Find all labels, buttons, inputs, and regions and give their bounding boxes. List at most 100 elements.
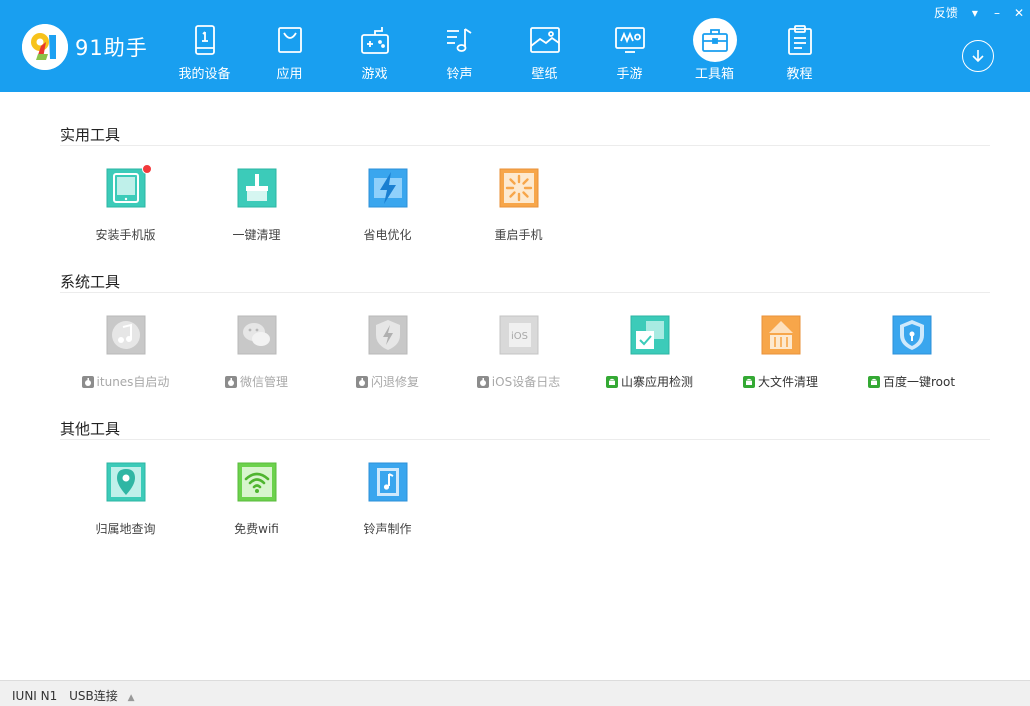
nav-label: 工具箱 <box>694 67 734 82</box>
nav-wallpapers[interactable]: 壁纸 <box>502 0 587 92</box>
tool-grid: 安装手机版 一键清理 省电优化 重启手机 <box>60 156 990 256</box>
shield-lock-icon <box>892 315 932 355</box>
nav-ringtones[interactable]: 铃声 <box>417 0 502 92</box>
tool-one-click-clean[interactable]: 一键清理 <box>191 168 322 258</box>
section-title: 系统工具 <box>60 271 990 293</box>
nav-mobile-games[interactable]: 手游 <box>587 0 672 92</box>
feedback-link[interactable]: 反馈 <box>934 4 958 21</box>
apple-icon <box>224 376 237 388</box>
tool-grid: 归属地查询 免费wifi 铃声制作 <box>60 450 990 550</box>
tablet-icon <box>106 168 146 208</box>
logo-text: 91助手 <box>75 36 148 60</box>
tool-label: 山寨应用检测 <box>584 373 715 390</box>
app-check-icon <box>630 315 670 355</box>
tool-restart-phone[interactable]: 重启手机 <box>453 168 584 258</box>
svg-text:iOS: iOS <box>511 331 528 342</box>
tool-label: iOS设备日志 <box>453 373 584 390</box>
close-button[interactable]: ✕ <box>1014 6 1024 20</box>
wechat-icon <box>237 315 277 355</box>
android-icon <box>867 376 880 388</box>
menu-dropdown-icon[interactable]: ▾ <box>972 6 978 20</box>
ios-log-icon: iOS <box>499 315 539 355</box>
new-badge <box>142 164 152 174</box>
tool-label: 安装手机版 <box>95 228 156 242</box>
apple-icon <box>81 376 94 388</box>
section-other-tools: 其他工具 归属地查询 免费wifi 铃声制作 <box>60 418 990 536</box>
app-logo[interactable]: 91助手 <box>22 24 148 70</box>
tool-free-wifi[interactable]: 免费wifi <box>191 462 322 552</box>
window-controls: 反馈 ▾ – ✕ <box>924 4 1024 21</box>
connection-type: USB连接 <box>69 689 118 703</box>
tool-location-lookup[interactable]: 归属地查询 <box>60 462 191 552</box>
restart-icon <box>499 168 539 208</box>
music-note-icon <box>438 18 482 62</box>
tool-itunes-autostart[interactable]: itunes自启动 <box>60 315 191 405</box>
tool-baidu-root[interactable]: 百度一键root <box>846 315 977 405</box>
nav-label: 铃声 <box>446 67 473 82</box>
itunes-icon <box>106 315 146 355</box>
device-name: IUNI N1 <box>12 689 58 703</box>
android-icon <box>742 376 755 388</box>
caret-up-icon[interactable]: ▲ <box>128 693 135 703</box>
tool-label: 闪退修复 <box>322 373 453 390</box>
status-bar: IUNI N1 USB连接 ▲ <box>0 680 1030 706</box>
main-nav: 我的设备 应用 游戏 铃声 壁纸 手游 工具箱 教程 <box>162 0 842 92</box>
tool-label: 大文件清理 <box>715 373 846 390</box>
tool-fake-app-detect[interactable]: 山寨应用检测 <box>584 315 715 405</box>
section-title: 其他工具 <box>60 418 990 440</box>
logo-91-icon <box>22 24 68 70</box>
top-bar: 91助手 我的设备 应用 游戏 铃声 壁纸 手游 工具箱 教程 反馈 ▾ – ✕ <box>0 0 1030 92</box>
clipboard-icon <box>778 18 822 62</box>
tool-large-file-clean[interactable]: 大文件清理 <box>715 315 846 405</box>
tool-label: itunes自启动 <box>60 373 191 390</box>
tool-label: 免费wifi <box>234 522 279 536</box>
tool-label: 一键清理 <box>232 228 281 242</box>
phone-icon <box>183 18 227 62</box>
gamepad-icon <box>353 18 397 62</box>
nav-apps[interactable]: 应用 <box>247 0 332 92</box>
shopping-bag-icon <box>268 18 312 62</box>
tool-ringtone-maker[interactable]: 铃声制作 <box>322 462 453 552</box>
broom-icon <box>237 168 277 208</box>
download-manager-button[interactable] <box>962 40 994 72</box>
apple-icon <box>355 376 368 388</box>
tool-label: 归属地查询 <box>95 522 156 536</box>
toolbox-icon <box>692 18 737 62</box>
nav-label: 教程 <box>786 67 813 82</box>
nav-label: 应用 <box>276 67 303 82</box>
nav-my-device[interactable]: 我的设备 <box>162 0 247 92</box>
device-status[interactable]: IUNI N1 USB连接 ▲ <box>12 687 134 704</box>
picture-icon <box>523 18 567 62</box>
apple-icon <box>476 376 489 388</box>
nav-tutorials[interactable]: 教程 <box>757 0 842 92</box>
section-title: 实用工具 <box>60 124 990 146</box>
tool-label: 微信管理 <box>191 373 322 390</box>
tool-ios-device-log[interactable]: iOS iOS设备日志 <box>453 315 584 405</box>
tool-label: 百度一键root <box>846 373 977 390</box>
tool-label: 铃声制作 <box>363 522 412 536</box>
tool-label: 重启手机 <box>494 228 543 242</box>
tool-label: 省电优化 <box>363 228 412 242</box>
wifi-icon <box>237 462 277 502</box>
tool-power-saving[interactable]: 省电优化 <box>322 168 453 258</box>
section-system-tools: 系统工具 itunes自启动 微信管理 闪退修复 iOS iOS设备日志 山寨应… <box>60 271 990 389</box>
section-practical-tools: 实用工具 安装手机版 一键清理 省电优化 重启手机 <box>60 124 990 242</box>
tool-wechat-manager[interactable]: 微信管理 <box>191 315 322 405</box>
location-pin-icon <box>106 462 146 502</box>
tool-crash-repair[interactable]: 闪退修复 <box>322 315 453 405</box>
nav-games[interactable]: 游戏 <box>332 0 417 92</box>
nav-label: 壁纸 <box>531 67 558 82</box>
lightning-icon <box>368 168 408 208</box>
nav-label: 我的设备 <box>178 67 231 82</box>
tool-install-mobile[interactable]: 安装手机版 <box>60 164 191 258</box>
shield-bolt-icon <box>368 315 408 355</box>
ringtone-maker-icon <box>368 462 408 502</box>
nav-toolbox[interactable]: 工具箱 <box>672 0 757 92</box>
tool-grid: itunes自启动 微信管理 闪退修复 iOS iOS设备日志 山寨应用检测 大… <box>60 303 990 403</box>
minimize-button[interactable]: – <box>994 6 1000 20</box>
nav-label: 手游 <box>616 67 643 82</box>
big-file-icon <box>761 315 801 355</box>
monitor-game-icon <box>608 18 652 62</box>
android-icon <box>605 376 618 388</box>
nav-label: 游戏 <box>361 67 388 82</box>
